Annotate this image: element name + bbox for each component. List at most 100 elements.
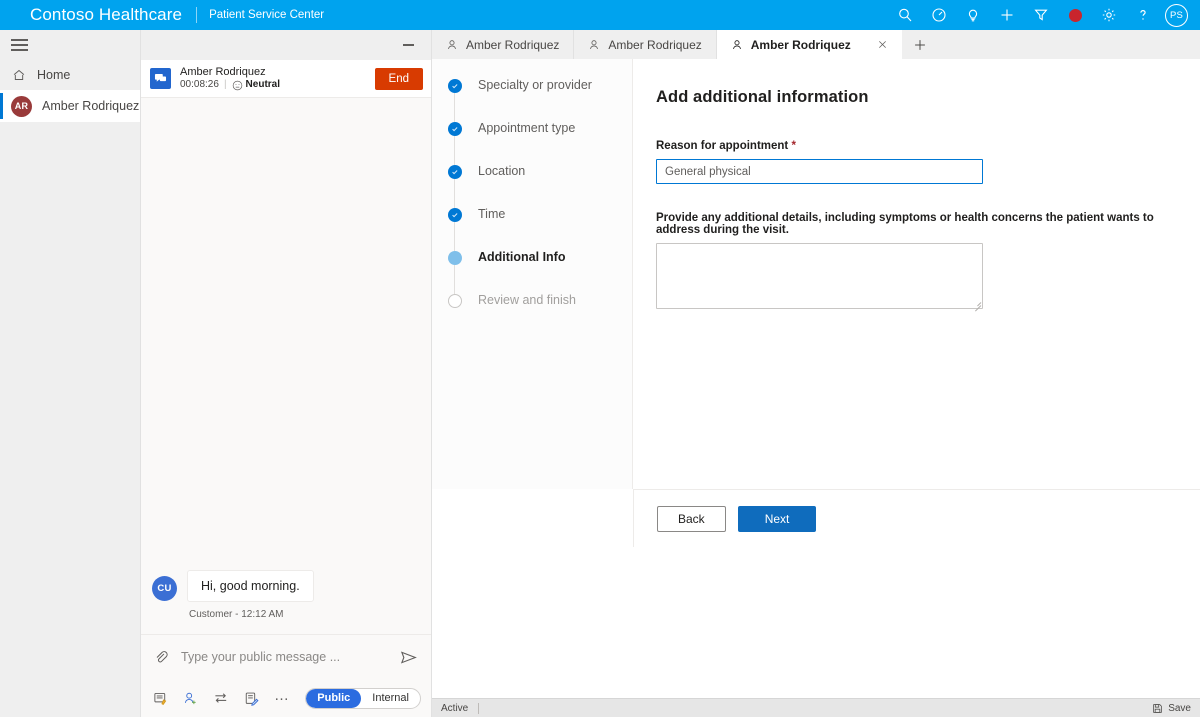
message-composer: … Public Internal [141,634,431,717]
step-label: Time [478,207,506,221]
visibility-option-public[interactable]: Public [306,688,362,708]
wizard-body: Add additional information Reason for ap… [633,59,1200,489]
save-label: Save [1168,702,1191,714]
step-label: Review and finish [478,293,576,307]
person-icon [448,39,456,49]
filter-icon[interactable] [1024,0,1058,30]
brand-title: Contoso Healthcare [30,5,183,24]
customer-name: Amber Rodriquez [180,66,266,79]
close-icon[interactable] [877,39,888,50]
save-button[interactable]: Save [1152,703,1191,714]
conversation-identity: Amber Rodriquez 00:08:26 | Neutral [180,65,280,92]
status-left: Active [441,702,480,714]
step-label: Appointment type [478,121,576,135]
additional-details-label: Provide any additional details, includin… [656,212,1154,236]
sidebar-item-home[interactable]: Home [0,60,140,90]
sentiment-badge: Neutral [232,79,280,92]
quick-reply-icon[interactable] [153,691,168,706]
record-icon[interactable] [1058,0,1092,30]
reason-label-text: Reason for appointment [656,140,789,152]
step-indicator [448,79,462,93]
tab-amber-rodriquez-3[interactable]: Amber Rodriquez [716,30,902,59]
check-icon [448,208,462,222]
plus-icon[interactable] [990,0,1024,30]
avatar: AR [11,95,32,117]
step-label: Specialty or provider [478,78,592,92]
left-navigation-rail: Home AR Amber Rodriquez [0,30,141,717]
reason-for-appointment-input[interactable] [656,159,983,184]
add-agent-icon[interactable] [183,691,198,706]
conversation-meta: 00:08:26 | Neutral [180,79,280,92]
sentiment-label: Neutral [245,79,280,91]
app-window: Contoso Healthcare Patient Service Cente… [0,0,1200,717]
step-connector [454,136,456,165]
chat-icon [150,68,171,89]
page-title: Add additional information [656,88,869,106]
tab-amber-rodriquez-2[interactable]: Amber Rodriquez [574,30,717,59]
gear-icon[interactable] [1092,0,1126,30]
brand-subtitle: Patient Service Center [209,9,325,21]
neutral-face-icon [232,80,242,91]
brand-header: Contoso Healthcare Patient Service Cente… [0,0,1200,30]
lightbulb-icon[interactable] [956,0,990,30]
send-icon[interactable] [397,649,419,666]
step-location[interactable]: Location [432,164,632,208]
meta-divider: | [223,79,227,91]
step-additional-info[interactable]: Additional Info [432,250,632,294]
message-list: CU Hi, good morning. Customer - 12:12 AM [141,98,431,634]
paperclip-icon[interactable] [151,650,171,665]
visibility-toggle[interactable]: Public Internal [305,687,421,709]
wizard-footer: Back Next [633,489,1200,547]
sidebar-item-amber-rodriquez[interactable]: AR Amber Rodriquez [0,90,140,122]
wizard-stepper: Specialty or provider Appointment type L… [432,59,633,489]
person-icon [590,39,599,49]
check-icon [448,122,462,136]
appointment-wizard: Specialty or provider Appointment type L… [432,59,1200,699]
message-avatar: CU [152,576,177,601]
step-indicator [448,294,462,308]
sidebar-item-label: Home [37,68,71,82]
step-connector [454,179,456,208]
new-tab-button[interactable] [902,30,938,59]
help-icon[interactable] [1126,0,1160,30]
transfer-icon[interactable] [213,690,229,706]
user-avatar[interactable]: PS [1165,3,1188,27]
step-indicator [448,122,462,136]
status-bar: Active Save [432,698,1200,717]
message-input[interactable] [181,650,397,664]
step-appointment-type[interactable]: Appointment type [432,121,632,165]
sidebar-item-label: Amber Rodriquez [42,99,140,113]
message-item: CU Hi, good morning. Customer - 12:12 AM [152,570,314,620]
person-icon [732,39,741,49]
reason-field-label: Reason for appointment * [656,140,1200,152]
additional-details-textarea[interactable] [657,244,982,308]
save-icon [1153,703,1162,713]
gauge-icon[interactable] [922,0,956,30]
step-specialty-or-provider[interactable]: Specialty or provider [432,78,632,122]
step-indicator [448,208,462,222]
more-icon[interactable]: … [274,687,290,704]
visibility-option-internal[interactable]: Internal [361,689,420,708]
required-indicator: * [791,140,796,152]
tab-amber-rodriquez-1[interactable]: Amber Rodriquez [432,30,575,59]
tab-strip: Amber Rodriquez Amber Rodriquez Amber Ro… [432,30,1200,59]
call-timer: 00:08:26 [180,79,219,91]
step-review-and-finish[interactable]: Review and finish [432,293,632,337]
search-icon[interactable] [888,0,922,30]
hamburger-menu-button[interactable] [0,30,140,60]
end-conversation-button[interactable]: End [374,67,423,90]
minimize-button[interactable] [395,35,421,55]
status-divider [478,702,480,714]
composer-input-row [141,635,431,679]
step-connector [454,265,456,294]
check-icon [448,79,462,93]
message-content: Hi, good morning. Customer - 12:12 AM [187,570,314,620]
tab-label: Amber Rodriquez [750,37,851,52]
notes-icon[interactable] [244,691,259,706]
additional-details-box [656,243,983,312]
step-time[interactable]: Time [432,207,632,251]
next-button[interactable]: Next [737,505,817,532]
brand-divider [196,7,198,23]
current-step-dot [448,251,462,265]
back-button[interactable]: Back [657,505,726,532]
